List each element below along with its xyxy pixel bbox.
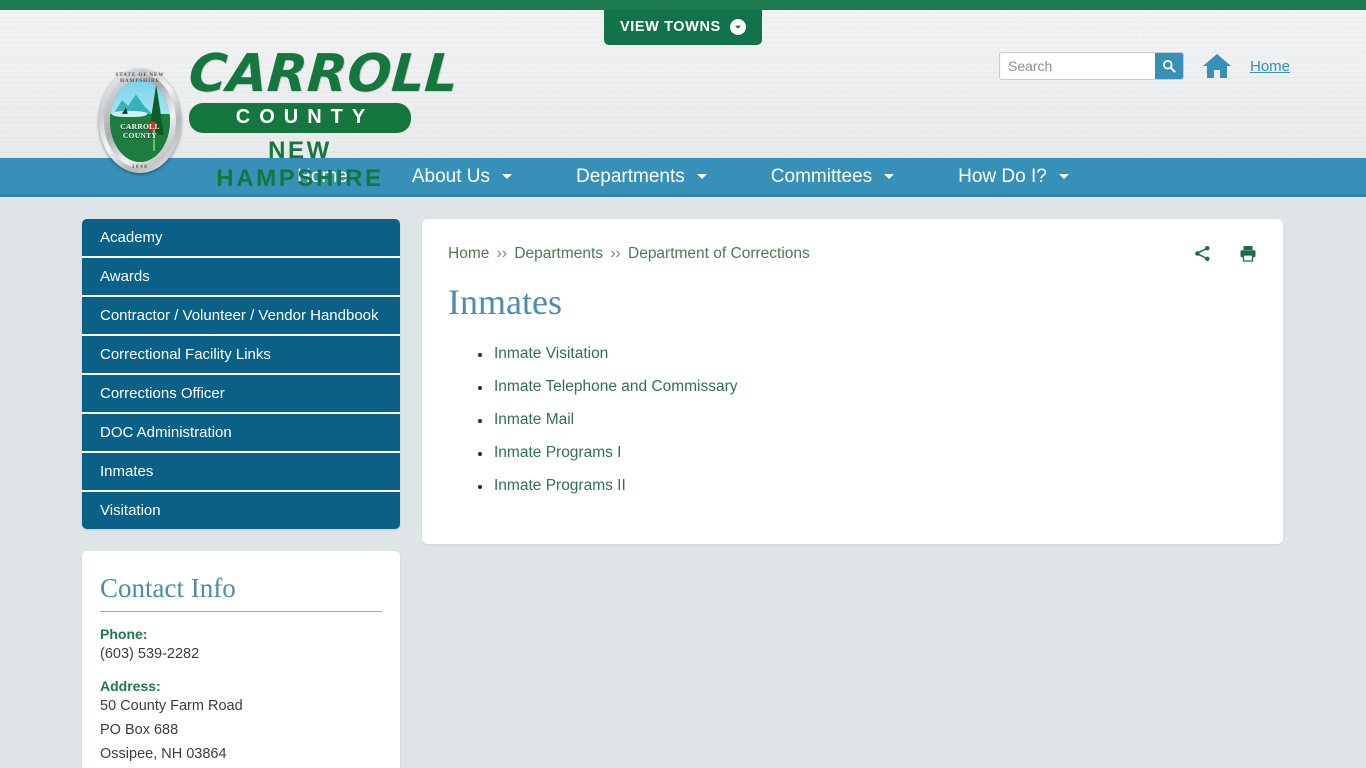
nav-label: How Do I? bbox=[958, 165, 1047, 187]
view-towns-button[interactable]: VIEW TOWNS bbox=[604, 10, 762, 45]
search-input[interactable] bbox=[999, 53, 1155, 79]
nav-item-how-do-i[interactable]: How Do I? bbox=[926, 157, 1101, 196]
link-inmate-telephone-and-commissary[interactable]: Inmate Telephone and Commissary bbox=[494, 378, 738, 395]
top-accent-bar bbox=[0, 0, 1366, 10]
wordmark-carroll: CARROLL bbox=[186, 44, 461, 104]
chevron-down-icon bbox=[696, 173, 707, 179]
contact-info-title: Contact Info bbox=[100, 573, 382, 612]
nav-item-departments[interactable]: Departments bbox=[544, 157, 739, 196]
seal-line-2: COUNTY bbox=[122, 131, 158, 141]
sidebar-item-corrections-officer[interactable]: Corrections Officer bbox=[82, 375, 400, 414]
content-card: Home ›› Departments ›› Department of Cor… bbox=[422, 219, 1283, 544]
list-item: Inmate Programs II bbox=[448, 477, 1251, 495]
link-inmate-programs-i[interactable]: Inmate Programs I bbox=[494, 444, 622, 461]
breadcrumb-item-home[interactable]: Home bbox=[448, 245, 489, 262]
inmate-links-list: Inmate Visitation Inmate Telephone and C… bbox=[448, 345, 1251, 495]
nav-label: Committees bbox=[770, 165, 873, 187]
header-utilities: Home bbox=[998, 52, 1290, 80]
list-item: Inmate Programs I bbox=[448, 444, 1251, 462]
seal-arc-top: STATE OF NEW HAMPSHIRE bbox=[115, 71, 165, 84]
search-box[interactable] bbox=[998, 52, 1184, 80]
print-icon[interactable] bbox=[1239, 245, 1257, 262]
breadcrumb-item-department-of-corrections[interactable]: Department of Corrections bbox=[628, 245, 810, 262]
phone-label: Phone: bbox=[100, 626, 148, 642]
chevron-down-icon bbox=[884, 173, 895, 179]
breadcrumb-separator: ›› bbox=[496, 245, 507, 262]
address-line-3: Ossipee, NH 03864 bbox=[100, 746, 227, 762]
home-link[interactable]: Home bbox=[1250, 58, 1290, 75]
link-inmate-programs-ii[interactable]: Inmate Programs II bbox=[494, 477, 626, 494]
breadcrumb-separator: ›› bbox=[610, 245, 621, 262]
search-button[interactable] bbox=[1154, 53, 1183, 79]
link-inmate-mail[interactable]: Inmate Mail bbox=[494, 411, 574, 428]
wordmark-county: COUNTY bbox=[189, 103, 411, 133]
seal-line-1: CARROLL bbox=[120, 122, 160, 132]
nav-item-committees[interactable]: Committees bbox=[739, 157, 926, 196]
breadcrumb-item-departments[interactable]: Departments bbox=[514, 245, 603, 262]
sidebar-item-contractor-volunteer-vendor-handbook[interactable]: Contractor / Volunteer / Vendor Handbook bbox=[82, 297, 400, 336]
wordmark-new-hampshire: NEW HAMPSHIRE bbox=[216, 137, 384, 192]
county-seal-icon: CARROLL COUNTY STATE OF NEW HAMPSHIRE 18… bbox=[99, 68, 181, 173]
sidebar-item-doc-administration[interactable]: DOC Administration bbox=[82, 414, 400, 453]
share-icon[interactable] bbox=[1194, 245, 1211, 262]
breadcrumb: Home ›› Departments ›› Department of Cor… bbox=[448, 245, 1251, 263]
card-tools bbox=[1194, 245, 1257, 262]
chevron-down-icon bbox=[502, 173, 512, 179]
sidebar-item-awards[interactable]: Awards bbox=[82, 258, 400, 297]
seal-arc-bottom: 1840 bbox=[131, 163, 149, 170]
chevron-down-icon bbox=[1058, 173, 1069, 179]
sidebar-column: Academy Awards Contractor / Volunteer / … bbox=[0, 219, 400, 768]
main-column: Home ›› Departments ›› Department of Cor… bbox=[400, 219, 1366, 768]
link-inmate-visitation[interactable]: Inmate Visitation bbox=[494, 345, 608, 362]
home-icon[interactable] bbox=[1202, 53, 1232, 79]
address-line-1: 50 County Farm Road bbox=[100, 698, 243, 714]
sidebar-item-visitation[interactable]: Visitation bbox=[82, 492, 400, 529]
page-title: Inmates bbox=[448, 282, 562, 322]
phone-value: (603) 539-2282 bbox=[100, 646, 200, 662]
address-line-2: PO Box 688 bbox=[100, 722, 179, 738]
chevron-down-circle-icon bbox=[729, 19, 746, 35]
search-icon bbox=[1163, 60, 1176, 73]
contact-info-card: Contact Info Phone: (603) 539-2282 Addre… bbox=[82, 551, 400, 768]
list-item: Inmate Mail bbox=[448, 411, 1251, 429]
page-body: Academy Awards Contractor / Volunteer / … bbox=[0, 197, 1366, 768]
list-item: Inmate Telephone and Commissary bbox=[448, 378, 1251, 396]
view-towns-label: VIEW TOWNS bbox=[620, 19, 721, 35]
address-label: Address: bbox=[100, 678, 161, 694]
sidebar-item-inmates[interactable]: Inmates bbox=[82, 453, 400, 492]
site-header: VIEW TOWNS CARROLL COUNTY STATE OF NEW H… bbox=[0, 10, 1366, 192]
site-logo[interactable]: CARROLL COUNTY STATE OF NEW HAMPSHIRE 18… bbox=[99, 44, 461, 193]
sidebar-item-academy[interactable]: Academy bbox=[82, 219, 400, 258]
list-item: Inmate Visitation bbox=[448, 345, 1251, 363]
sidebar-item-correctional-facility-links[interactable]: Correctional Facility Links bbox=[82, 336, 400, 375]
section-menu: Academy Awards Contractor / Volunteer / … bbox=[82, 219, 400, 529]
nav-label: Departments bbox=[576, 165, 685, 187]
